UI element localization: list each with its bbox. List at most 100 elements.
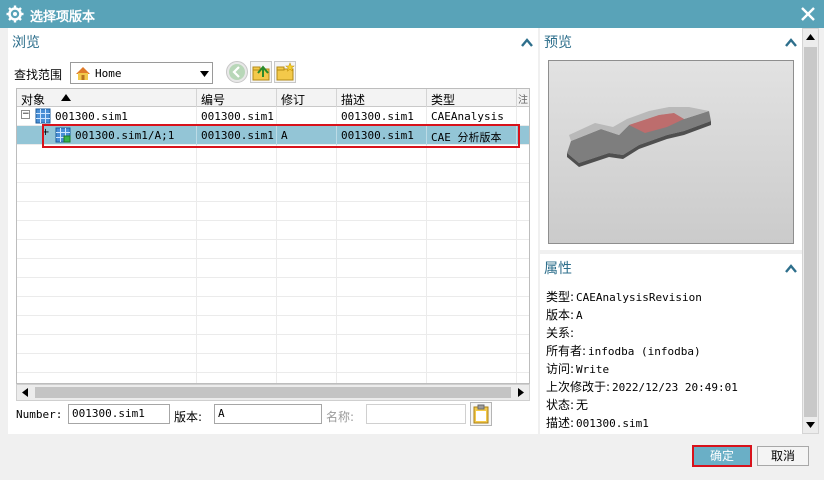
table-row-selected[interactable]: + 001300.sim1/A;1 001300.sim1 A 001300.s…	[17, 126, 529, 145]
folder-up-icon	[252, 65, 270, 81]
scroll-left-icon[interactable]	[18, 386, 32, 399]
object-table[interactable]: 对象 编号 修订 描述 类型 注 − 001300.sim1 001300.si…	[16, 88, 530, 384]
row-revision-cell: A	[277, 126, 337, 145]
chevron-up-icon[interactable]	[784, 36, 798, 48]
name-label: 名称:	[326, 410, 355, 424]
row-type-cell: CAE 分析版本	[427, 126, 517, 145]
back-button[interactable]	[226, 61, 248, 83]
tree-collapse-toggle[interactable]: −	[21, 110, 30, 119]
empty-row	[17, 240, 529, 259]
row-description-cell: 001300.sim1	[337, 107, 427, 126]
part-model-graphic	[567, 107, 711, 167]
empty-row	[17, 164, 529, 183]
preview-heading: 预览	[544, 35, 572, 51]
row-object-label: 001300.sim1/A;1	[75, 129, 175, 142]
property-row-description: 描述: 001300.sim1	[546, 416, 649, 430]
column-divider	[196, 145, 197, 383]
close-icon[interactable]	[798, 4, 818, 24]
cae-revision-icon	[55, 127, 71, 143]
paste-button[interactable]	[470, 402, 492, 426]
property-row-status: 状态: 无	[546, 398, 589, 412]
ok-button[interactable]: 确定	[692, 445, 752, 467]
dialog-body: 浏览 查找范围 Home 对象 编号 修订 描述 类型 注 − 001300.s…	[0, 28, 824, 480]
empty-row	[17, 221, 529, 240]
properties-heading: 属性	[544, 261, 572, 277]
gear-icon	[6, 5, 24, 23]
properties-panel: 属性 类型: CAEAnalysisRevision 版本: A 关系: 所有者: i…	[540, 254, 802, 434]
empty-row	[17, 259, 529, 278]
property-row-owner: 所有者: infodba (infodba)	[546, 344, 701, 358]
empty-row	[17, 278, 529, 297]
column-divider	[336, 145, 337, 383]
row-id-cell: 001300.sim1	[197, 126, 277, 145]
row-extra-cell	[517, 126, 529, 145]
properties-header: 属性	[540, 254, 802, 280]
row-description-cell: 001300.sim1	[337, 126, 427, 145]
scroll-up-icon[interactable]	[804, 31, 817, 43]
cae-analysis-icon	[35, 108, 51, 124]
scope-value: Home	[95, 67, 122, 80]
column-header-description[interactable]: 描述	[337, 89, 427, 107]
row-extra-cell	[517, 107, 529, 126]
browse-panel: 浏览 查找范围 Home 对象 编号 修订 描述 类型 注 − 001300.s…	[8, 28, 538, 434]
empty-row	[17, 297, 529, 316]
empty-row	[17, 354, 529, 373]
row-revision-cell	[277, 107, 337, 126]
column-divider	[516, 145, 517, 383]
home-folder-icon	[76, 67, 90, 80]
sort-ascending-icon	[61, 94, 71, 101]
vertical-scroll-thumb[interactable]	[804, 47, 817, 417]
table-header: 对象 编号 修订 描述 类型 注	[17, 89, 529, 107]
horizontal-scrollbar[interactable]	[16, 384, 530, 401]
scroll-down-icon[interactable]	[804, 419, 817, 431]
vertical-scrollbar[interactable]	[802, 28, 819, 434]
empty-row	[17, 316, 529, 335]
row-object-cell: − 001300.sim1	[17, 107, 197, 126]
preview-image	[548, 60, 794, 244]
row-type-cell: CAEAnalysis	[427, 107, 517, 126]
column-header-revision[interactable]: 修订	[277, 89, 337, 107]
column-header-object[interactable]: 对象	[17, 89, 197, 107]
clipboard-icon	[473, 404, 489, 424]
cancel-button[interactable]: 取消	[757, 446, 809, 466]
row-object-label: 001300.sim1	[55, 110, 128, 123]
empty-row	[17, 202, 529, 221]
table-row[interactable]: − 001300.sim1 001300.sim1 001300.sim1 CA…	[17, 107, 529, 126]
browse-header: 浏览	[8, 28, 538, 54]
scroll-right-icon[interactable]	[514, 386, 528, 399]
scope-row: 查找范围 Home	[12, 60, 312, 86]
version-input[interactable]: A	[214, 404, 322, 424]
row-object-cell: + 001300.sim1/A;1	[17, 126, 197, 145]
preview-header: 预览	[540, 28, 802, 54]
up-folder-button[interactable]	[250, 61, 272, 83]
number-input[interactable]: 001300.sim1	[68, 404, 170, 424]
scope-label: 查找范围	[14, 68, 63, 82]
name-input[interactable]	[366, 404, 466, 424]
preview-panel: 预览	[540, 28, 802, 250]
scope-select[interactable]: Home	[70, 62, 213, 84]
horizontal-scroll-thumb[interactable]	[35, 387, 511, 398]
number-label: Number:	[16, 408, 63, 421]
back-arrow-icon	[229, 64, 245, 80]
column-divider	[426, 145, 427, 383]
tree-expand-toggle[interactable]: +	[41, 128, 50, 138]
column-header-id[interactable]: 编号	[197, 89, 277, 107]
item-fields-row: Number: 001300.sim1 版本: A 名称:	[14, 402, 534, 428]
column-divider	[276, 145, 277, 383]
row-id-cell: 001300.sim1	[197, 107, 277, 126]
property-row-last-modified: 上次修改于: 2022/12/23 20:49:01	[546, 380, 738, 394]
version-label: 版本:	[174, 410, 203, 424]
title-bar: 选择项版本	[0, 0, 824, 28]
browse-heading: 浏览	[12, 35, 40, 51]
property-row-type: 类型: CAEAnalysisRevision	[546, 290, 702, 304]
column-header-more[interactable]: 注	[517, 89, 529, 107]
empty-row	[17, 183, 529, 202]
property-row-version: 版本: A	[546, 308, 583, 322]
property-row-access: 访问: Write	[546, 362, 610, 376]
empty-row	[17, 145, 529, 164]
new-folder-button[interactable]	[274, 61, 296, 83]
dropdown-arrow-icon[interactable]	[200, 69, 209, 78]
chevron-up-icon[interactable]	[784, 262, 798, 274]
column-header-type[interactable]: 类型	[427, 89, 517, 107]
chevron-up-icon[interactable]	[520, 36, 534, 48]
